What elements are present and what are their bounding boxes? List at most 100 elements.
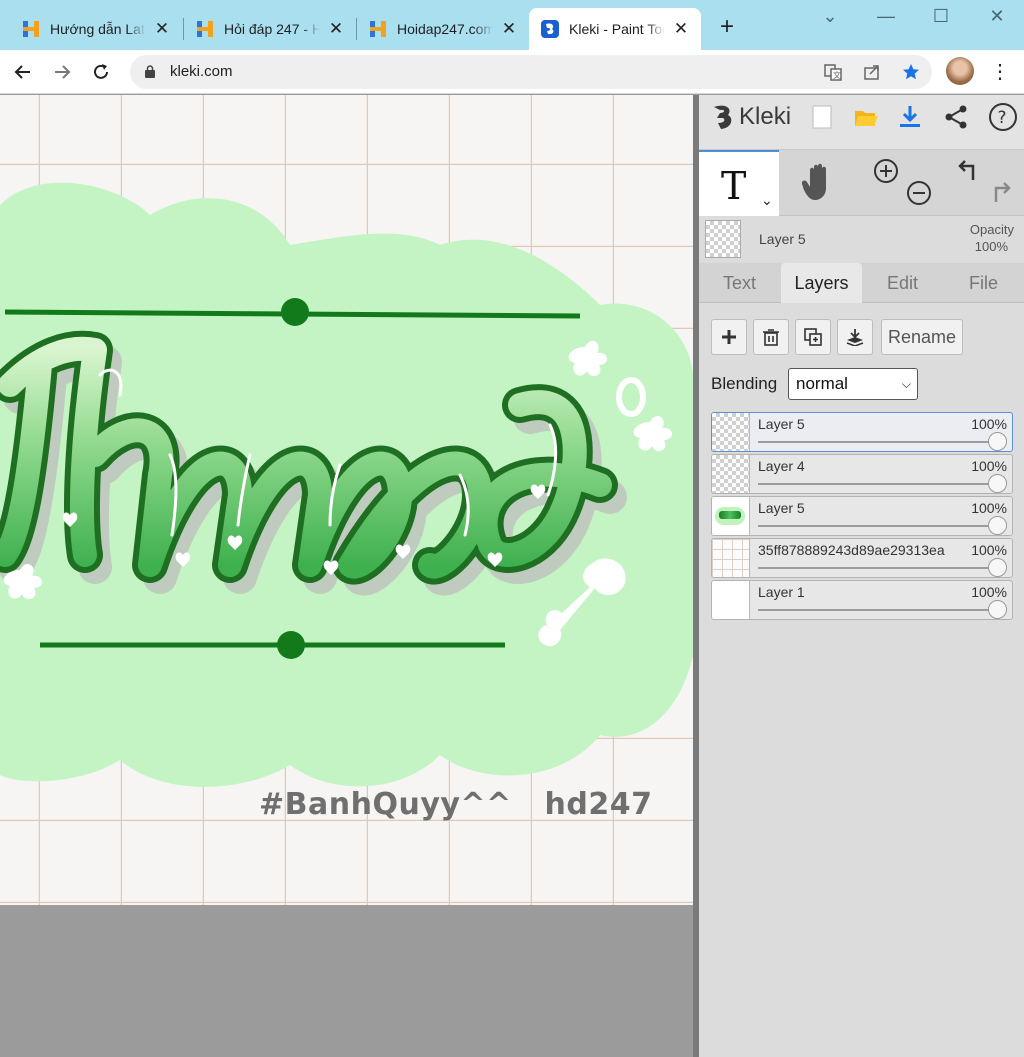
open-folder-icon[interactable] bbox=[853, 104, 879, 130]
browser-menu-icon[interactable]: ⋮ bbox=[990, 58, 1010, 86]
share-page-icon[interactable] bbox=[862, 62, 882, 82]
hoidap-favicon-icon bbox=[23, 21, 39, 37]
current-layer-name: Layer 5 bbox=[759, 231, 806, 247]
layer-item[interactable]: Layer 5 100% bbox=[711, 412, 1013, 452]
new-image-icon[interactable] bbox=[809, 104, 835, 130]
window-close-button[interactable]: ✕ bbox=[982, 4, 1012, 28]
layer-item[interactable]: 35ff878889243d89ae29313ea 100% bbox=[711, 538, 1013, 578]
reload-button[interactable] bbox=[87, 58, 115, 86]
top-dot bbox=[281, 298, 309, 326]
tab-close-icon[interactable]: ✕ bbox=[501, 20, 517, 37]
redo-icon[interactable] bbox=[988, 180, 1014, 206]
zoom-out-icon[interactable] bbox=[906, 180, 932, 206]
browser-tab-3[interactable]: Hoidap247.com ✕ bbox=[357, 8, 529, 50]
forward-button[interactable] bbox=[48, 58, 76, 86]
tab-edit[interactable]: Edit bbox=[862, 263, 943, 303]
blending-select[interactable]: normal ⌵ bbox=[788, 368, 918, 400]
zoom-tool-button[interactable] bbox=[861, 150, 941, 216]
layer-thumbnail bbox=[712, 581, 750, 619]
hand-icon bbox=[801, 163, 826, 200]
opacity-slider-handle[interactable] bbox=[988, 516, 1007, 535]
browser-tab-kleki[interactable]: Kleki - Paint Tool ✕ bbox=[529, 8, 701, 50]
layer-item[interactable]: Layer 1 100% bbox=[711, 580, 1013, 620]
layer-item[interactable]: Layer 5 100% bbox=[711, 496, 1013, 536]
duplicate-layer-button[interactable] bbox=[795, 319, 831, 355]
back-button[interactable] bbox=[9, 58, 37, 86]
opacity-slider-track[interactable] bbox=[758, 441, 998, 443]
help-icon[interactable]: ? bbox=[988, 102, 1018, 132]
canvas-area[interactable]: #BanhQuyy^^ hd247 bbox=[0, 95, 696, 1057]
rename-layer-button[interactable]: Rename bbox=[881, 319, 963, 355]
duplicate-icon bbox=[804, 328, 822, 346]
chevron-down-icon: ⌵ bbox=[901, 377, 911, 391]
share-icon[interactable] bbox=[943, 104, 969, 130]
add-layer-button[interactable] bbox=[711, 319, 747, 355]
current-layer-info: Layer 5 Opacity 100% bbox=[699, 216, 1024, 260]
layer-name: Layer 4 bbox=[758, 458, 805, 474]
opacity-slider-track[interactable] bbox=[758, 525, 998, 527]
browser-tabstrip: Hướng dẫn Latex ✕ Hỏi đáp 247 - Hỏi ✕ Ho… bbox=[0, 0, 1024, 50]
layer-item[interactable]: Layer 4 100% bbox=[711, 454, 1013, 494]
opacity-slider-handle[interactable] bbox=[988, 432, 1007, 451]
browser-tab-2[interactable]: Hỏi đáp 247 - Hỏi ✕ bbox=[184, 8, 356, 50]
plus-icon bbox=[722, 330, 736, 344]
profile-avatar[interactable] bbox=[946, 57, 974, 85]
new-tab-button[interactable]: + bbox=[713, 14, 741, 42]
opacity-slider-track[interactable] bbox=[758, 609, 998, 611]
layer-thumbnail bbox=[712, 455, 750, 493]
opacity-slider-handle[interactable] bbox=[988, 600, 1007, 619]
panel-tabs: Text Layers Edit File bbox=[699, 263, 1024, 303]
translate-icon[interactable]: 文 bbox=[823, 62, 843, 82]
opacity-label: Opacity bbox=[969, 222, 1014, 237]
tab-file[interactable]: File bbox=[943, 263, 1024, 303]
undo-icon[interactable] bbox=[955, 158, 981, 184]
current-layer-thumbnail bbox=[705, 220, 741, 258]
tab-close-icon[interactable]: ✕ bbox=[673, 20, 689, 37]
kleki-logo-icon bbox=[714, 105, 732, 129]
layer-name: Layer 5 bbox=[758, 416, 805, 432]
text-tool-icon: T bbox=[721, 164, 747, 208]
tool-row: T ⌄ bbox=[699, 150, 1024, 216]
blending-value: normal bbox=[796, 374, 848, 393]
tab-layers[interactable]: Layers bbox=[781, 263, 862, 303]
hoidap-favicon-icon bbox=[197, 21, 213, 37]
kleki-side-panel: Kleki ? T ⌄ Layer 5 Opacity 100% Text La… bbox=[699, 95, 1024, 1057]
tab-text[interactable]: Text bbox=[699, 263, 780, 303]
opacity-slider-track[interactable] bbox=[758, 567, 998, 569]
bookmark-star-icon[interactable] bbox=[901, 62, 921, 82]
minimize-button[interactable]: — bbox=[871, 4, 901, 28]
drawing-canvas[interactable]: #BanhQuyy^^ hd247 bbox=[0, 95, 693, 905]
tab-close-icon[interactable]: ✕ bbox=[328, 20, 344, 37]
tab-search-icon[interactable]: ⌄ bbox=[815, 4, 845, 28]
address-bar[interactable]: kleki.com 文 bbox=[130, 55, 932, 89]
canvas-artwork bbox=[0, 95, 693, 905]
chevron-down-icon[interactable]: ⌄ bbox=[761, 192, 773, 209]
tab-title: Kleki - Paint Tool bbox=[569, 21, 665, 37]
opacity-slider-track[interactable] bbox=[758, 483, 998, 485]
layer-name: Layer 5 bbox=[758, 500, 805, 516]
opacity-slider-handle[interactable] bbox=[988, 558, 1007, 577]
url-text: kleki.com bbox=[170, 63, 233, 80]
layer-opacity: 100% bbox=[971, 500, 1007, 516]
text-tool-button[interactable]: T ⌄ bbox=[699, 150, 779, 216]
hand-tool-button[interactable] bbox=[780, 150, 860, 216]
history-tool-button bbox=[943, 150, 1023, 216]
layer-name: Layer 1 bbox=[758, 584, 805, 600]
layer-thumbnail bbox=[712, 497, 750, 535]
layer-opacity: 100% bbox=[971, 584, 1007, 600]
tab-title: Hướng dẫn Latex bbox=[50, 21, 146, 37]
delete-layer-button[interactable] bbox=[753, 319, 789, 355]
kleki-logo-text: Kleki bbox=[739, 103, 792, 130]
merge-down-button[interactable] bbox=[837, 319, 873, 355]
zoom-in-icon[interactable] bbox=[873, 158, 899, 184]
browser-tab-1[interactable]: Hướng dẫn Latex ✕ bbox=[10, 8, 182, 50]
kleki-logo[interactable]: Kleki bbox=[711, 101, 791, 133]
download-icon[interactable] bbox=[897, 104, 923, 130]
layer-opacity: 100% bbox=[971, 416, 1007, 432]
forward-arrow-icon bbox=[55, 65, 71, 79]
kleki-header: Kleki ? bbox=[699, 95, 1024, 150]
merge-down-icon bbox=[846, 329, 864, 346]
tab-close-icon[interactable]: ✕ bbox=[154, 20, 170, 37]
maximize-button[interactable]: ☐ bbox=[926, 4, 956, 28]
opacity-slider-handle[interactable] bbox=[988, 474, 1007, 493]
